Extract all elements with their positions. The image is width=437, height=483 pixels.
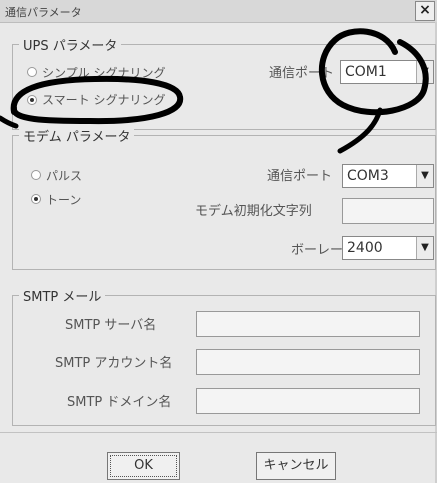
baud-rate-value: 2400: [347, 240, 383, 256]
baud-rate-select[interactable]: 2400 ▼: [342, 236, 434, 260]
smart-signaling-radio[interactable]: [27, 95, 37, 105]
smtp-group-title: SMTP メール: [19, 286, 106, 305]
pulse-label: パルス: [46, 169, 83, 183]
ups-parameter-group: UPS パラメータ シンプル シグナリング スマート シグナリング 通信ポート …: [12, 35, 436, 130]
footer-divider: [0, 432, 437, 433]
ok-button[interactable]: OK: [107, 452, 180, 480]
simple-signaling-radio[interactable]: [27, 67, 37, 77]
ups-port-select[interactable]: COM1 ▼: [340, 60, 434, 84]
modem-port-select[interactable]: COM3 ▼: [342, 164, 434, 188]
cancel-button[interactable]: キャンセル: [256, 452, 336, 480]
title-bar: 通信パラメータ ×: [0, 0, 437, 23]
smtp-server-label: SMTP サーバ名: [65, 318, 157, 333]
modem-port-label: 通信ポート: [267, 169, 333, 184]
smtp-account-label: SMTP アカウント名: [55, 356, 173, 371]
ups-group-title: UPS パラメータ: [19, 35, 122, 54]
modem-parameter-group: モデム パラメータ パルス トーン 通信ポート COM3 ▼ モデム初期化文字列…: [12, 126, 436, 270]
window-title: 通信パラメータ: [5, 6, 82, 19]
ups-port-value: COM1: [345, 64, 387, 80]
smtp-server-input[interactable]: [196, 311, 420, 337]
pulse-radio[interactable]: [31, 170, 41, 180]
tone-radio[interactable]: [31, 194, 41, 204]
chevron-down-icon[interactable]: ▼: [416, 61, 433, 83]
init-string-input[interactable]: [342, 198, 434, 224]
smtp-account-input[interactable]: [196, 349, 420, 375]
smtp-domain-input[interactable]: [196, 388, 420, 414]
dialog-body: UPS パラメータ シンプル シグナリング スマート シグナリング 通信ポート …: [0, 22, 437, 483]
tone-label: トーン: [46, 193, 82, 207]
modem-group-title: モデム パラメータ: [19, 126, 135, 145]
simple-signaling-label: シンプル シグナリング: [42, 66, 166, 80]
smart-signaling-label: スマート シグナリング: [42, 93, 166, 107]
smtp-mail-group: SMTP メール SMTP サーバ名 SMTP アカウント名 SMTP ドメイン…: [12, 286, 436, 426]
init-string-label: モデム初期化文字列: [195, 204, 312, 219]
close-button[interactable]: ×: [415, 1, 435, 21]
chevron-down-icon[interactable]: ▼: [416, 165, 433, 187]
modem-port-value: COM3: [347, 168, 389, 184]
ups-port-label: 通信ポート: [269, 66, 335, 81]
smtp-domain-label: SMTP ドメイン名: [67, 395, 172, 410]
chevron-down-icon[interactable]: ▼: [416, 237, 433, 259]
